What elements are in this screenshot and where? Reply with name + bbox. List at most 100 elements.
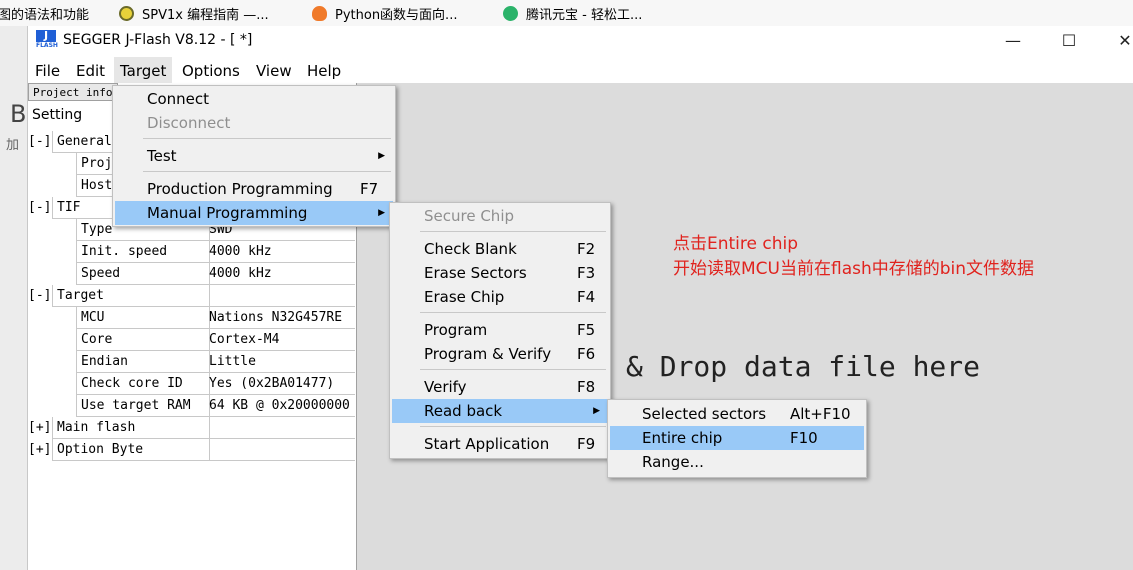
table-row[interactable]: Use target RAM 64 KB @ 0x20000000 xyxy=(28,395,356,417)
maximize-button[interactable]: ☐ xyxy=(1046,26,1092,57)
tree-toggle xyxy=(28,153,52,174)
setting-value: Nations N32G457RE xyxy=(209,307,355,329)
menu-item-read-back[interactable]: Read back ▶ xyxy=(392,399,608,423)
menu-separator xyxy=(420,426,606,427)
menu-separator xyxy=(420,369,606,370)
setting-value: 64 KB @ 0x20000000 xyxy=(209,395,355,417)
setting-key: Init. speed xyxy=(76,241,210,263)
setting-value xyxy=(209,439,355,461)
menu-item-program[interactable]: Program F5 xyxy=(392,318,608,342)
bookmark-label: 图的语法和功能 xyxy=(0,7,90,23)
tree-toggle xyxy=(28,395,52,416)
target-menu: Connect Disconnect Test ▶ Production Prog… xyxy=(112,85,396,227)
menu-file[interactable]: File xyxy=(35,62,60,80)
menu-item-connect[interactable]: Connect xyxy=(115,87,393,111)
menu-help[interactable]: Help xyxy=(307,62,341,80)
table-row[interactable]: Check core ID Yes (0x2BA01477) xyxy=(28,373,356,395)
background-letter: B xyxy=(10,100,27,128)
tree-toggle[interactable]: [+] xyxy=(28,439,52,460)
bookmark-label: 腾讯元宝 - 轻松工... xyxy=(526,7,643,23)
setting-value: Yes (0x2BA01477) xyxy=(209,373,355,395)
tree-toggle xyxy=(28,373,52,394)
table-row[interactable]: Core Cortex-M4 xyxy=(28,329,356,351)
menu-separator xyxy=(143,138,391,139)
tree-toggle xyxy=(28,175,52,196)
annotation-note: 点击Entire chip 开始读取MCU当前在flash中存储的bin文件数据 xyxy=(673,232,1034,282)
tree-toggle xyxy=(28,329,52,350)
yuanbao-icon xyxy=(503,5,518,21)
tree-toggle xyxy=(28,263,52,284)
menu-separator xyxy=(143,171,391,172)
submenu-arrow-icon: ▶ xyxy=(378,151,385,161)
bookmark-item[interactable]: Python函数与面向... xyxy=(312,4,458,23)
setting-value: Little xyxy=(209,351,355,373)
manual-programming-menu: Secure Chip Check Blank F2 Erase Sectors F… xyxy=(389,202,611,459)
jflash-app-icon: J FLASH xyxy=(36,29,58,50)
menu-item-selected-sectors[interactable]: Selected sectors Alt+F10 xyxy=(610,402,864,426)
tree-toggle[interactable]: [-] xyxy=(28,131,52,152)
menu-item-production-programming[interactable]: Production Programming F7 xyxy=(115,177,393,201)
menu-item-manual-programming[interactable]: Manual Programming ▶ xyxy=(115,201,393,225)
title-bar: J FLASH SEGGER J-Flash V8.12 - [ *] — ☐ … xyxy=(28,26,1133,57)
setting-key: Check core ID xyxy=(76,373,210,395)
setting-key: Use target RAM xyxy=(76,395,210,417)
gear-icon xyxy=(119,5,134,21)
tree-toggle xyxy=(28,351,52,372)
menu-item-start-application[interactable]: Start Application F9 xyxy=(392,432,608,456)
menu-item-secure-chip[interactable]: Secure Chip xyxy=(392,204,608,228)
drop-hint: & Drop data file here xyxy=(626,350,981,383)
table-row[interactable]: Endian Little xyxy=(28,351,356,373)
tree-toggle xyxy=(28,219,52,240)
menu-bar: File Edit Target Options View Help xyxy=(28,57,1133,83)
tree-toggle xyxy=(28,241,52,262)
background-text: 加 xyxy=(6,138,20,153)
tree-toggle xyxy=(28,307,52,328)
table-row[interactable]: MCU Nations N32G457RE xyxy=(28,307,356,329)
menu-item-check-blank[interactable]: Check Blank F2 xyxy=(392,237,608,261)
table-row[interactable]: [+] Main flash xyxy=(28,417,356,439)
minimize-button[interactable]: — xyxy=(990,26,1036,57)
fire-icon xyxy=(312,5,327,21)
bookmark-label: SPV1x 编程指南 —... xyxy=(142,7,269,23)
project-info-tab[interactable]: Project info xyxy=(28,83,118,101)
setting-value: 4000 kHz xyxy=(209,241,355,263)
setting-value: Cortex-M4 xyxy=(209,329,355,351)
menu-edit[interactable]: Edit xyxy=(76,62,105,80)
setting-heading: Setting xyxy=(32,107,83,123)
menu-item-disconnect[interactable]: Disconnect xyxy=(115,111,393,135)
bookmark-item[interactable]: 图的语法和功能 xyxy=(0,4,90,23)
table-row[interactable]: Speed 4000 kHz xyxy=(28,263,356,285)
menu-item-erase-sectors[interactable]: Erase Sectors F3 xyxy=(392,261,608,285)
tree-toggle[interactable]: [-] xyxy=(28,197,52,218)
table-row[interactable]: Init. speed 4000 kHz xyxy=(28,241,356,263)
setting-key: Target xyxy=(52,285,210,307)
menu-item-range[interactable]: Range... xyxy=(610,450,864,474)
table-row[interactable]: [-] Target xyxy=(28,285,356,307)
menu-view[interactable]: View xyxy=(256,62,292,80)
setting-value xyxy=(209,285,355,307)
menu-item-entire-chip[interactable]: Entire chip F10 xyxy=(610,426,864,450)
annotation-line: 点击Entire chip xyxy=(673,234,799,254)
table-row[interactable]: [+] Option Byte xyxy=(28,439,356,461)
tree-toggle[interactable]: [-] xyxy=(28,285,52,306)
window-title: SEGGER J-Flash V8.12 - [ *] xyxy=(63,32,253,48)
menu-item-program-verify[interactable]: Program & Verify F6 xyxy=(392,342,608,366)
bookmark-label: Python函数与面向... xyxy=(335,7,458,23)
menu-options[interactable]: Options xyxy=(182,62,240,80)
menu-item-test[interactable]: Test ▶ xyxy=(115,144,393,168)
setting-value xyxy=(209,417,355,439)
bookmark-item[interactable]: 腾讯元宝 - 轻松工... xyxy=(503,4,643,23)
menu-target[interactable]: Target xyxy=(120,62,166,80)
submenu-arrow-icon: ▶ xyxy=(378,208,385,218)
menu-item-erase-chip[interactable]: Erase Chip F4 xyxy=(392,285,608,309)
setting-key: Main flash xyxy=(52,417,210,439)
bookmark-item[interactable]: SPV1x 编程指南 —... xyxy=(119,4,269,23)
browser-bookmarks-bar: 图的语法和功能 SPV1x 编程指南 —... Python函数与面向... 腾… xyxy=(0,0,1133,26)
setting-key: Speed xyxy=(76,263,210,285)
menu-item-verify[interactable]: Verify F8 xyxy=(392,375,608,399)
menu-separator xyxy=(420,312,606,313)
annotation-line: 开始读取MCU当前在flash中存储的bin文件数据 xyxy=(673,259,1035,279)
close-button[interactable]: ✕ xyxy=(1102,26,1133,57)
setting-key: Core xyxy=(76,329,210,351)
tree-toggle[interactable]: [+] xyxy=(28,417,52,438)
